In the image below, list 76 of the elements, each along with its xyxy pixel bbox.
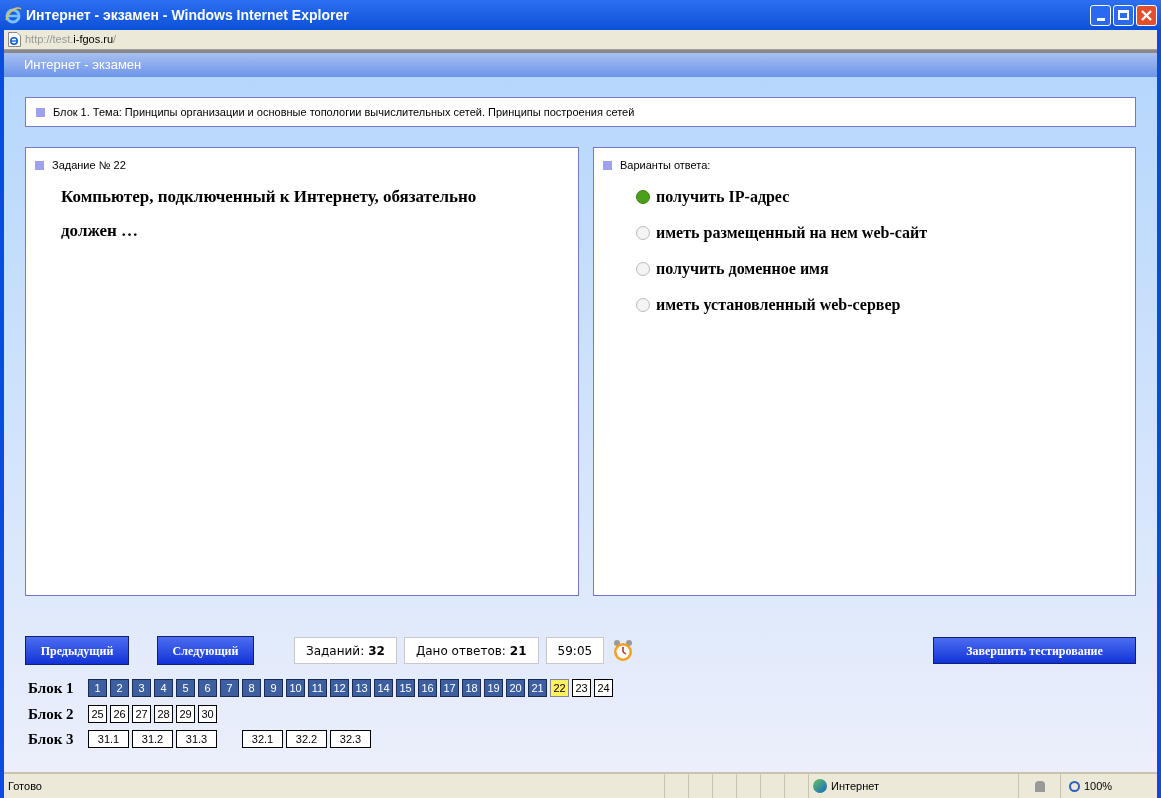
question-number[interactable]: 26 [110, 704, 129, 723]
question-number[interactable]: 1 [88, 679, 107, 698]
window-title: Интернет - экзамен - Windows Internet Explorer [26, 5, 350, 25]
question-number[interactable]: 8 [242, 679, 261, 698]
radio-button[interactable] [636, 225, 650, 240]
finish-button[interactable]: Завершить тестирование [933, 637, 1136, 664]
question-number[interactable]: 23 [572, 679, 591, 698]
question-number[interactable]: 6 [198, 679, 217, 698]
answer-option[interactable]: получить доменное имя [636, 257, 1126, 280]
radio-button[interactable] [636, 189, 650, 204]
topic-text: Блок 1. Тема: Принципы организации и основные топологии вычислительных сетей. Принципы построения сетей [53, 104, 635, 120]
question-number[interactable]: 21 [528, 679, 547, 698]
question-number[interactable]: 4 [154, 679, 173, 698]
zoom-icon [1069, 780, 1080, 792]
question-number[interactable]: 22 [550, 679, 569, 698]
question-number[interactable]: 10 [286, 679, 305, 698]
radio-button[interactable] [636, 261, 650, 276]
question-number[interactable]: 17 [440, 679, 459, 698]
app-header: Интернет - экзамен [4, 53, 1157, 77]
question-number[interactable]: 27 [132, 704, 151, 723]
status-text: Готово [7, 778, 43, 794]
block-label: Блок 2 [28, 704, 75, 724]
question-number[interactable]: 2 [110, 679, 129, 698]
counter-box: Дано ответов: 21 [403, 637, 539, 664]
question-number[interactable]: 20 [506, 679, 525, 698]
task-label: Задание № 22 [52, 158, 126, 173]
question-number[interactable]: 25 [88, 704, 107, 723]
question-number[interactable]: 3 [132, 679, 151, 698]
question-number[interactable]: 19 [484, 679, 503, 698]
zone-text: Интернет [831, 778, 879, 794]
answers-label: Варианты ответа: [620, 158, 711, 173]
block-label: Блок 1 [28, 679, 75, 698]
question-number[interactable]: 14 [374, 679, 393, 698]
question-number[interactable]: 9 [264, 679, 283, 698]
minimize-button[interactable] [1090, 4, 1111, 26]
question-number[interactable]: 31.3 [176, 730, 217, 749]
question-number[interactable]: 5 [176, 679, 195, 698]
question-number[interactable]: 13 [352, 679, 371, 698]
question-number[interactable]: 32.2 [286, 730, 327, 749]
question-number[interactable]: 16 [418, 679, 437, 698]
counter-box: Заданий: 32 [294, 637, 397, 664]
close-button[interactable] [1136, 4, 1157, 26]
bullet-icon [35, 160, 44, 170]
question-number[interactable]: 31.1 [88, 730, 129, 749]
bullet-icon [603, 160, 612, 170]
answer-option[interactable]: иметь размещенный на нем web-сайт [636, 221, 1126, 244]
globe-icon [813, 779, 827, 793]
minimize-icon [1096, 17, 1105, 21]
previous-button[interactable]: Предыдущий [25, 636, 129, 665]
question-number[interactable]: 12 [330, 679, 349, 698]
browser-logo-icon [4, 6, 22, 24]
maximize-button[interactable] [1113, 4, 1134, 26]
question-number[interactable]: 7 [220, 679, 239, 698]
next-button[interactable]: Следующий [157, 636, 254, 665]
question-number[interactable]: 15 [396, 679, 415, 698]
zoom-level[interactable]: 100% [1084, 777, 1113, 795]
question-number[interactable]: 31.2 [132, 730, 173, 749]
question-number[interactable]: 32.1 [242, 730, 283, 749]
question-number[interactable]: 30 [198, 704, 217, 723]
question-number[interactable]: 28 [154, 704, 173, 723]
close-icon [1141, 9, 1152, 21]
question-number[interactable]: 11 [308, 679, 327, 698]
bullet-icon [36, 107, 45, 117]
maximize-icon [1118, 10, 1129, 20]
answer-option[interactable]: получить IP-адрес [636, 185, 1126, 208]
question-number[interactable]: 18 [462, 679, 481, 698]
question-number[interactable]: 32.3 [330, 730, 371, 749]
block-label: Блок 3 [28, 730, 75, 749]
page-icon [8, 32, 21, 47]
alarm-clock-icon [612, 638, 635, 663]
answer-option[interactable]: иметь установленный web-сервер [636, 293, 1126, 316]
counter-box: 59:05 [545, 637, 605, 664]
task-question: Компьютер, подключенный к Интернету, обязательно должен … [61, 185, 478, 242]
question-number[interactable]: 29 [176, 704, 195, 723]
question-number[interactable]: 24 [594, 679, 613, 698]
radio-button[interactable] [636, 297, 650, 312]
